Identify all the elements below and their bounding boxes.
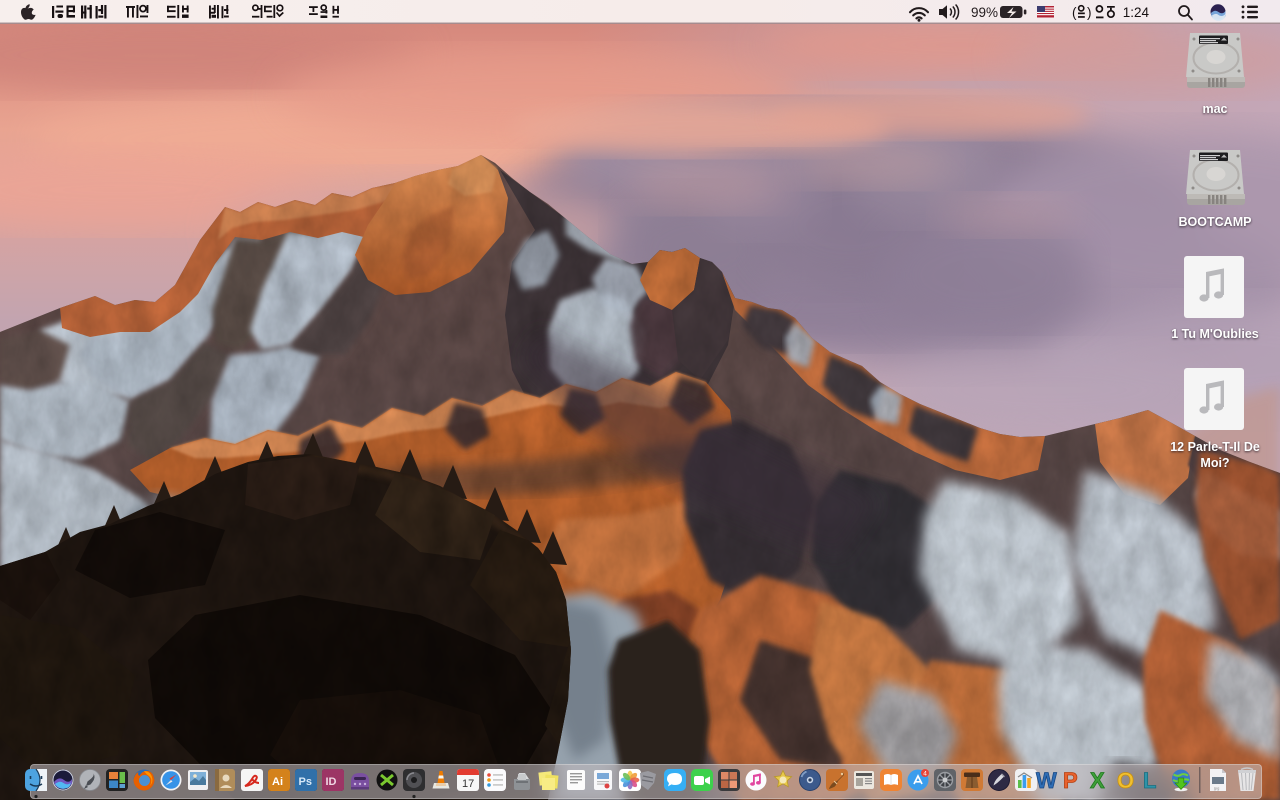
svg-text:4: 4 bbox=[923, 771, 927, 778]
svg-text:(: ( bbox=[1072, 5, 1077, 20]
svg-text:O: O bbox=[1117, 768, 1134, 793]
svg-text:Ps: Ps bbox=[299, 776, 312, 788]
svg-text:99%: 99% bbox=[971, 5, 998, 20]
svg-text:1:24: 1:24 bbox=[1119, 5, 1150, 20]
svg-text:W: W bbox=[1036, 768, 1057, 793]
svg-text:17: 17 bbox=[462, 778, 474, 790]
svg-text:): ) bbox=[1087, 5, 1092, 20]
svg-text:jpg: jpg bbox=[1213, 786, 1219, 791]
svg-text:X: X bbox=[1090, 768, 1105, 793]
svg-text:P: P bbox=[1063, 768, 1078, 793]
svg-text:Ai: Ai bbox=[272, 776, 283, 788]
svg-text:L: L bbox=[1143, 768, 1156, 793]
svg-text:ID: ID bbox=[326, 776, 337, 788]
